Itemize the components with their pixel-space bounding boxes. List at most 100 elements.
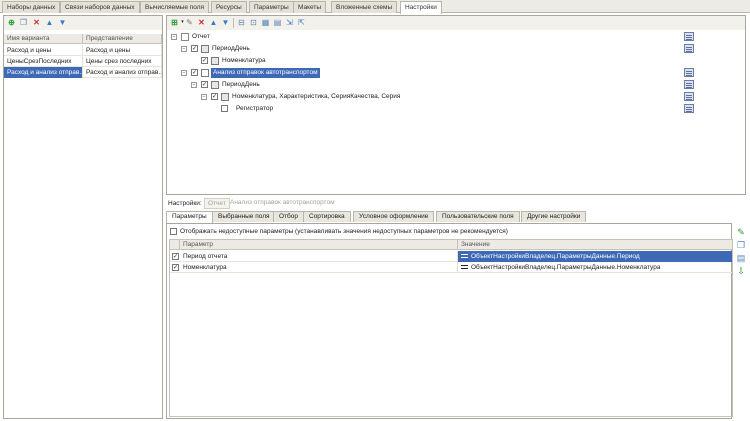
parameter-value-text: ОбъектНастройкиВладелец.ПараметрыДанные.… (471, 264, 661, 271)
tree-item-report[interactable]: − Отчет (171, 32, 471, 42)
tab-user-fields[interactable]: Пользовательские поля (436, 211, 520, 222)
column-parameter[interactable]: Параметр (180, 240, 458, 250)
variants-panel: ⊕ ❐ ✕ ▲ ▼ Имя варианта Представление Рас… (3, 15, 163, 419)
use-checkbox[interactable]: ✓ (201, 57, 208, 64)
column-presentation[interactable]: Представление (83, 34, 162, 44)
grouping-icon (211, 81, 219, 89)
tree-item-label: Номенклатура, Характеристика, СерияКачес… (232, 93, 401, 100)
parameter-row[interactable]: ✓ Номенклатура ОбъектНастройкиВладелец.П… (170, 262, 732, 273)
variant-row[interactable]: ЦеныСрезПоследних Цены срез последних (4, 56, 162, 67)
tree-item-label: Анализ отправок автотранспортом (211, 68, 320, 78)
edit-green-icon[interactable]: ✎ (736, 227, 746, 237)
collapse-icon[interactable]: − (181, 46, 187, 52)
chart-icon[interactable]: ▤ (273, 18, 282, 27)
tree-item-label: Регистратор (236, 105, 274, 112)
tab-other-settings[interactable]: Другие настройки (521, 211, 587, 222)
parameter-row[interactable]: ✓ Период отчета ОбъектНастройкиВладелец.… (170, 251, 732, 262)
variants-toolbar: ⊕ ❐ ✕ ▲ ▼ (4, 16, 162, 30)
variant-row-selected[interactable]: Расход и анализ отправ... Расход и анали… (4, 67, 162, 78)
parameter-use-checkbox[interactable]: ✓ (172, 264, 179, 271)
tree-item-label: Отчет (192, 33, 210, 40)
use-checkbox[interactable]: ✓ (201, 81, 208, 88)
tree-item-nomenclature[interactable]: ✓ Номенклатура (191, 56, 491, 66)
move-up-icon[interactable]: ▲ (209, 18, 218, 27)
settings-indicator-icon[interactable] (684, 80, 694, 89)
variant-name: Расход и цены (4, 45, 83, 56)
use-checkbox[interactable]: ✓ (191, 69, 198, 76)
parameter-use-checkbox[interactable]: ✓ (172, 253, 179, 260)
add-icon[interactable]: ⊕ (7, 18, 16, 27)
tree-item-registrar[interactable]: Регистратор (211, 104, 511, 114)
delete-icon[interactable]: ✕ (197, 18, 206, 27)
grouping-icon (211, 57, 219, 65)
move-down-icon[interactable]: ▼ (58, 18, 67, 27)
tab-calculated-fields[interactable]: Вычисляемые поля (140, 1, 210, 13)
tree-item-transport-analysis[interactable]: − ✓ Анализ отправок автотранспортом (181, 68, 481, 78)
tab-parameters[interactable]: Параметры (166, 211, 213, 223)
move-down-icon[interactable]: ▼ (221, 18, 230, 27)
use-checkbox[interactable]: ✓ (191, 45, 198, 52)
parameters-grid-header: Параметр Значение (170, 240, 732, 250)
settings-indicator-icon[interactable] (684, 104, 694, 113)
variant-name: Расход и анализ отправ... (4, 67, 83, 78)
grouping-icon (201, 45, 209, 53)
move-up-icon[interactable]: ▲ (45, 18, 54, 27)
collapse-icon[interactable]: − (171, 34, 177, 40)
settings-indicator-icon[interactable] (684, 68, 694, 77)
tab-data-sets[interactable]: Наборы данных (2, 1, 61, 13)
tab-nested-schemas[interactable]: Вложенные схемы (331, 1, 398, 13)
tab-sorting[interactable]: Сортировка (303, 211, 351, 222)
variant-row[interactable]: Расход и цены Расход и цены (4, 45, 162, 56)
settings-indicator-icon[interactable] (684, 92, 694, 101)
crumb-current[interactable]: Анализ отправок автотранспортом (227, 198, 338, 209)
group-icon[interactable]: ⊟ (237, 18, 246, 27)
tab-conditional-appearance[interactable]: Условное оформление (353, 211, 435, 222)
settings-tab-strip: Параметры Выбранные поля Отбор Сортировк… (166, 211, 731, 223)
parameter-value[interactable]: ОбъектНастройкиВладелец.ПараметрыДанные.… (458, 262, 732, 273)
settings-indicator-icon[interactable] (684, 44, 694, 53)
tab-resources[interactable]: Ресурсы (211, 1, 247, 13)
show-unavailable-checkbox[interactable] (170, 228, 177, 235)
settings-indicator-icon[interactable] (684, 32, 694, 41)
column-value[interactable]: Значение (458, 240, 732, 250)
tree-item-label: Номенклатура (222, 57, 266, 64)
parameter-name: Период отчета (180, 251, 458, 262)
tree-item-label: ПериодДень (212, 45, 250, 52)
tab-settings[interactable]: Настройки (400, 1, 442, 14)
tab-selected-fields[interactable]: Выбранные поля (212, 211, 276, 222)
use-checkbox[interactable]: ✓ (211, 93, 218, 100)
crumb-report[interactable]: Отчет (204, 198, 230, 209)
variants-grid-header: Имя варианта Представление (4, 34, 162, 44)
collapse-icon[interactable]: − (181, 70, 187, 76)
collapse-icon[interactable]: − (201, 94, 207, 100)
tree-item-nomenclature-grouping[interactable]: − ✓ Номенклатура, Характеристика, СерияК… (201, 92, 521, 102)
tree-item-period-day[interactable]: − ✓ ПериодДень (181, 44, 481, 54)
tree-item-label: ПериодДень (222, 81, 260, 88)
settings-icon[interactable]: ⇲ (285, 18, 294, 27)
edit-icon[interactable]: ✎ (185, 18, 194, 27)
structure-tree: − Отчет − ✓ ПериодДень ✓ Номенклатура − … (167, 30, 745, 194)
tab-data-set-links[interactable]: Связи наборов данных (60, 1, 140, 13)
copy-icon[interactable]: ❐ (19, 18, 28, 27)
delete-icon[interactable]: ✕ (32, 18, 41, 27)
ungroup-icon[interactable]: ⊡ (249, 18, 258, 27)
variant-name: ЦеныСрезПоследних (4, 56, 83, 67)
table-icon[interactable]: ▦ (261, 18, 270, 27)
use-settings-icon[interactable]: ⇱ (297, 18, 306, 27)
table-icon (201, 69, 209, 77)
report-icon (181, 33, 189, 41)
tab-templates[interactable]: Макеты (293, 1, 327, 13)
parameter-value[interactable]: ОбъектНастройкиВладелец.ПараметрыДанные.… (458, 251, 732, 262)
tab-filter[interactable]: Отбор (273, 211, 304, 222)
import-icon[interactable]: ⇩ (736, 266, 746, 276)
grouping-icon (221, 93, 229, 101)
schema-tab-strip: Наборы данных Связи наборов данных Вычис… (0, 0, 750, 14)
table-icon[interactable]: ▤ (736, 253, 746, 263)
collapse-icon[interactable]: − (191, 82, 197, 88)
use-checkbox[interactable] (221, 105, 228, 112)
tree-item-period-day[interactable]: − ✓ ПериодДень (191, 80, 491, 90)
structure-panel: ⊞ ▾ ✎ ✕ ▲ ▼ ⊟ ⊡ ▦ ▤ ⇲ ⇱ − Отчет − ✓ Пери… (166, 15, 746, 195)
column-variant-name[interactable]: Имя варианта (4, 34, 83, 44)
copy-icon[interactable]: ❐ (736, 240, 746, 250)
tab-parameters[interactable]: Параметры (249, 1, 294, 13)
